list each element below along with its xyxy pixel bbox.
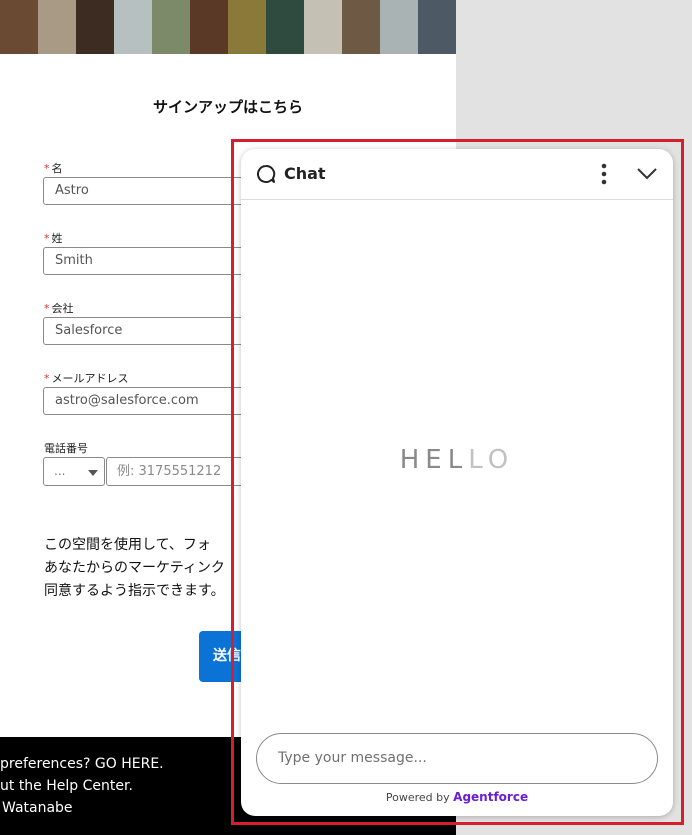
powered-by-text: Powered by: [385, 791, 450, 804]
footer-text: Watanabe: [2, 800, 73, 816]
footer-help-link[interactable]: ut the Help Center.: [0, 778, 133, 794]
required-mark: *: [44, 232, 50, 245]
phone-label: 電話番号: [44, 442, 88, 455]
agentforce-logo: Agentforce: [453, 790, 529, 804]
required-mark: *: [44, 302, 50, 315]
chat-title: Chat: [284, 164, 326, 183]
hello-text-light: LO: [468, 445, 515, 475]
country-code-select[interactable]: ...: [43, 457, 105, 486]
email-label-text: メールアドレス: [51, 372, 129, 385]
message-input[interactable]: Type your message...: [256, 733, 658, 784]
wood-banner-image: [0, 0, 456, 54]
hello-text-dark: HEL: [399, 445, 469, 475]
chat-header: Chat: [241, 149, 673, 200]
first-name-label: * 名: [44, 160, 63, 176]
company-label-text: 会社: [51, 302, 74, 315]
last-name-label: * 姓: [44, 230, 63, 246]
form-title: サインアップはこちら: [152, 98, 303, 116]
footer-preferences-link[interactable]: preferences? GO HERE.: [0, 756, 164, 772]
company-label: * 会社: [44, 300, 74, 316]
first-name-label-text: 名: [51, 162, 63, 175]
required-mark: *: [44, 162, 50, 175]
powered-by: Powered by Agentforce: [241, 790, 673, 804]
email-label: * メールアドレス: [44, 370, 129, 386]
chat-bubble-icon: [257, 164, 276, 183]
country-code-value: ...: [54, 464, 66, 478]
caret-down-icon: [88, 470, 98, 476]
chat-window: Chat HELLO Type your message... Powered …: [241, 149, 673, 816]
chevron-down-icon[interactable]: [636, 164, 658, 182]
more-options-icon[interactable]: [595, 162, 613, 186]
hello-greeting: HELLO: [241, 445, 673, 475]
last-name-label-text: 姓: [51, 232, 63, 245]
required-mark: *: [44, 372, 50, 385]
